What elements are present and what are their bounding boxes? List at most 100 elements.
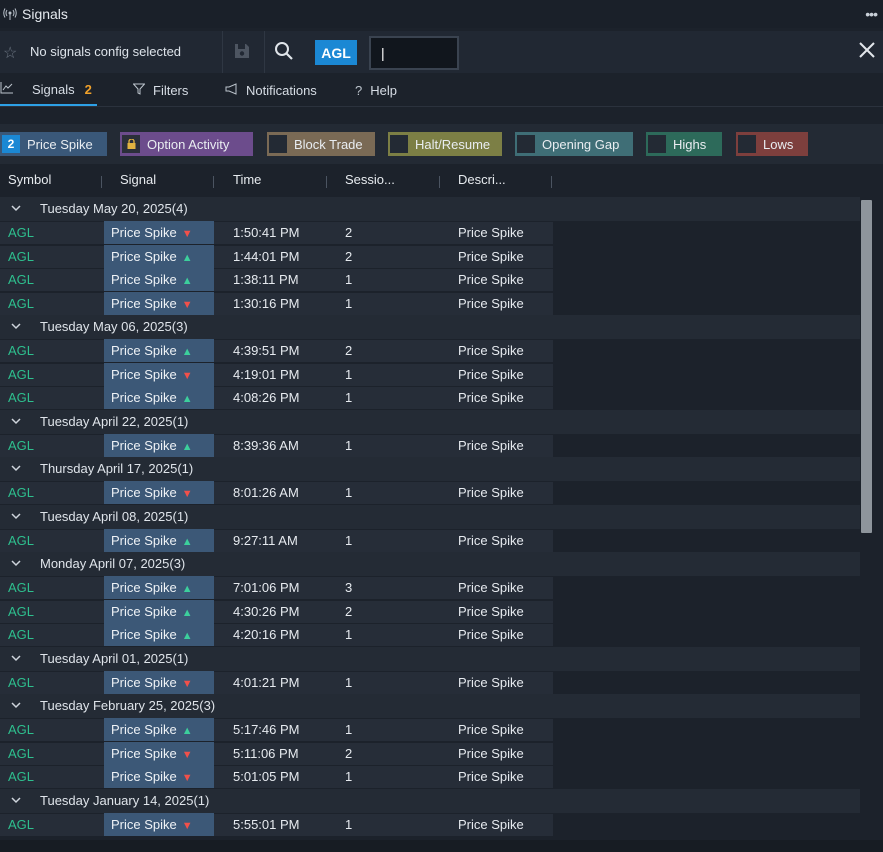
row-signal-badge[interactable]: Price Spike ▼ <box>104 481 214 504</box>
symbol-chip[interactable]: AGL <box>315 40 357 65</box>
column-resizer[interactable] <box>101 176 102 188</box>
row-signal-badge[interactable]: Price Spike ▼ <box>104 291 214 315</box>
group-header[interactable]: Tuesday April 08, 2025(1) <box>0 504 860 529</box>
table-row[interactable]: AGL Price Spike ▼ 5:01:05 PM 1 Price Spike <box>0 765 860 789</box>
table-row[interactable]: AGL Price Spike ▲ 8:39:36 AM 1 Price Spike <box>0 433 860 458</box>
row-symbol[interactable]: AGL <box>8 580 34 595</box>
column-header-description[interactable]: Descri... <box>458 172 506 187</box>
save-icon[interactable] <box>233 42 253 62</box>
row-signal-badge[interactable]: Price Spike ▼ <box>104 362 214 386</box>
chevron-down-icon[interactable] <box>10 320 22 332</box>
column-resizer[interactable] <box>213 176 214 188</box>
column-resizer[interactable] <box>439 176 440 188</box>
row-symbol[interactable]: AGL <box>8 769 34 784</box>
chevron-down-icon[interactable] <box>10 415 22 427</box>
group-header[interactable]: Tuesday May 20, 2025(4) <box>0 197 860 221</box>
row-signal-badge[interactable]: Price Spike ▲ <box>104 339 214 362</box>
column-resizer[interactable] <box>551 176 552 188</box>
table-row[interactable]: AGL Price Spike ▼ 1:50:41 PM 2 Price Spike <box>0 221 860 245</box>
chip-checkbox[interactable] <box>738 135 756 153</box>
row-signal-badge[interactable]: Price Spike ▲ <box>104 576 214 599</box>
column-resizer[interactable] <box>326 176 327 188</box>
row-symbol[interactable]: AGL <box>8 485 34 500</box>
table-row[interactable]: AGL Price Spike ▲ 4:39:51 PM 2 Price Spike <box>0 339 860 363</box>
row-symbol[interactable]: AGL <box>8 817 34 832</box>
config-label[interactable]: No signals config selected <box>30 44 181 59</box>
table-row[interactable]: AGL Price Spike ▲ 9:27:11 AM 1 Price Spike <box>0 528 860 553</box>
group-header[interactable]: Tuesday May 06, 2025(3) <box>0 315 860 339</box>
group-header[interactable]: Monday April 07, 2025(3) <box>0 552 860 576</box>
row-signal-badge[interactable]: Price Spike ▼ <box>104 741 214 765</box>
row-signal-badge[interactable]: Price Spike ▲ <box>104 528 214 552</box>
row-symbol[interactable]: AGL <box>8 438 34 453</box>
tab-filters[interactable]: Filters <box>132 75 188 106</box>
row-symbol[interactable]: AGL <box>8 627 34 642</box>
table-row[interactable]: AGL Price Spike ▲ 4:20:16 PM 1 Price Spike <box>0 623 860 647</box>
row-signal-badge[interactable]: Price Spike ▲ <box>104 386 214 409</box>
table-row[interactable]: AGL Price Spike ▼ 4:19:01 PM 1 Price Spike <box>0 362 860 387</box>
chip-checkbox[interactable] <box>517 135 535 153</box>
row-signal-badge[interactable]: Price Spike ▲ <box>104 718 214 741</box>
row-symbol[interactable]: AGL <box>8 533 34 548</box>
chip-price-spike[interactable]: 2 Price Spike <box>0 132 107 156</box>
table-row[interactable]: AGL Price Spike ▲ 4:08:26 PM 1 Price Spike <box>0 386 860 410</box>
chevron-down-icon[interactable] <box>10 652 22 664</box>
chip-block-trade[interactable]: Block Trade <box>267 132 375 156</box>
tab-help[interactable]: ? Help <box>355 75 397 106</box>
tab-signals[interactable]: Signals 2 <box>0 75 97 106</box>
table-row[interactable]: AGL Price Spike ▲ 7:01:06 PM 3 Price Spike <box>0 576 860 600</box>
table-row[interactable]: AGL Price Spike ▲ 1:38:11 PM 1 Price Spike <box>0 268 860 292</box>
row-symbol[interactable]: AGL <box>8 225 34 240</box>
chip-lows[interactable]: Lows <box>736 132 808 156</box>
row-signal-badge[interactable]: Price Spike ▲ <box>104 623 214 646</box>
table-row[interactable]: AGL Price Spike ▼ 5:55:01 PM 1 Price Spike <box>0 812 860 837</box>
symbol-search-input[interactable]: | <box>369 36 459 70</box>
row-symbol[interactable]: AGL <box>8 746 34 761</box>
row-symbol[interactable]: AGL <box>8 249 34 264</box>
column-header-session[interactable]: Sessio... <box>345 172 395 187</box>
search-icon[interactable] <box>274 41 296 63</box>
table-row[interactable]: AGL Price Spike ▲ 4:30:26 PM 2 Price Spike <box>0 599 860 624</box>
row-signal-badge[interactable]: Price Spike ▲ <box>104 433 214 457</box>
chip-checkbox[interactable] <box>648 135 666 153</box>
row-symbol[interactable]: AGL <box>8 390 34 405</box>
row-signal-badge[interactable]: Price Spike ▼ <box>104 812 214 836</box>
chevron-down-icon[interactable] <box>10 794 22 806</box>
row-signal-badge[interactable]: Price Spike ▼ <box>104 765 214 788</box>
table-row[interactable]: AGL Price Spike ▼ 4:01:21 PM 1 Price Spike <box>0 670 860 695</box>
chip-opening-gap[interactable]: Opening Gap <box>515 132 633 156</box>
row-symbol[interactable]: AGL <box>8 722 34 737</box>
chevron-down-icon[interactable] <box>10 699 22 711</box>
group-header[interactable]: Tuesday April 22, 2025(1) <box>0 409 860 434</box>
chip-halt-resume[interactable]: Halt/Resume <box>388 132 502 156</box>
tab-notifications[interactable]: Notifications <box>225 75 317 106</box>
group-header[interactable]: Thursday April 17, 2025(1) <box>0 457 860 481</box>
chip-option-activity[interactable]: Option Activity <box>120 132 253 156</box>
chip-checkbox[interactable] <box>390 135 408 153</box>
column-header-signal[interactable]: Signal <box>120 172 156 187</box>
group-header[interactable]: Tuesday April 01, 2025(1) <box>0 646 860 671</box>
column-header-symbol[interactable]: Symbol <box>8 172 51 187</box>
row-signal-badge[interactable]: Price Spike ▲ <box>104 599 214 623</box>
row-symbol[interactable]: AGL <box>8 675 34 690</box>
chevron-down-icon[interactable] <box>10 510 22 522</box>
scrollbar-thumb[interactable] <box>861 200 872 533</box>
row-signal-badge[interactable]: Price Spike ▼ <box>104 221 214 244</box>
table-row[interactable]: AGL Price Spike ▼ 5:11:06 PM 2 Price Spike <box>0 741 860 766</box>
row-signal-badge[interactable]: Price Spike ▲ <box>104 244 214 268</box>
row-symbol[interactable]: AGL <box>8 604 34 619</box>
table-row[interactable]: AGL Price Spike ▼ 8:01:26 AM 1 Price Spike <box>0 481 860 505</box>
table-row[interactable]: AGL Price Spike ▼ 1:30:16 PM 1 Price Spike <box>0 291 860 316</box>
chevron-down-icon[interactable] <box>10 202 22 214</box>
row-symbol[interactable]: AGL <box>8 272 34 287</box>
row-symbol[interactable]: AGL <box>8 343 34 358</box>
row-symbol[interactable]: AGL <box>8 296 34 311</box>
group-header[interactable]: Tuesday February 25, 2025(3) <box>0 694 860 718</box>
table-row[interactable]: AGL Price Spike ▲ 1:44:01 PM 2 Price Spike <box>0 244 860 269</box>
chip-checkbox[interactable] <box>269 135 287 153</box>
star-icon[interactable]: ☆ <box>3 43 17 63</box>
column-header-time[interactable]: Time <box>233 172 261 187</box>
more-menu-icon[interactable]: ••• <box>865 6 878 22</box>
row-symbol[interactable]: AGL <box>8 367 34 382</box>
row-signal-badge[interactable]: Price Spike ▼ <box>104 670 214 694</box>
